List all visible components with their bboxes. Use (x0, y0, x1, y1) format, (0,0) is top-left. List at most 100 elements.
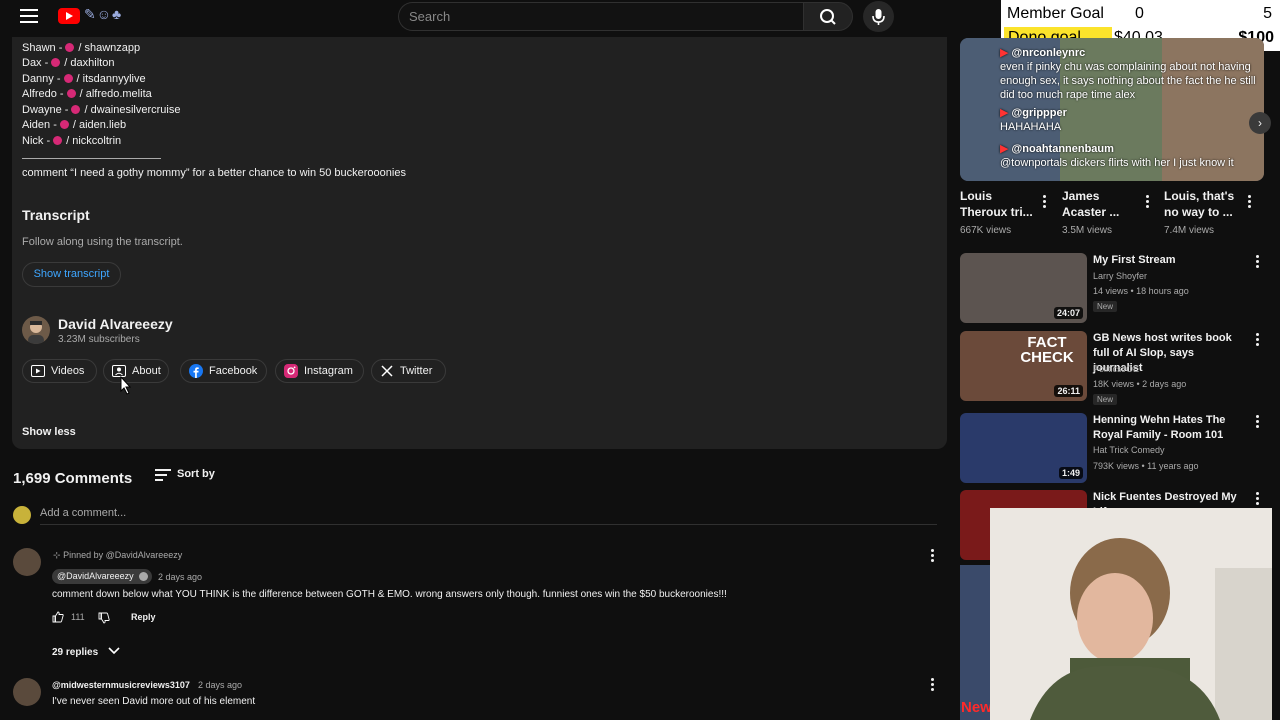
video-title[interactable]: Henning Wehn Hates The Royal Family - Ro… (1093, 413, 1243, 443)
sort-icon[interactable] (155, 469, 171, 481)
divider (40, 524, 937, 525)
short-views: 667K views (960, 225, 1012, 236)
short-title[interactable]: Louis Theroux tri... (960, 188, 1038, 220)
short-menu-icon[interactable] (1248, 195, 1252, 209)
replies-count: 29 replies (52, 647, 99, 658)
promo-text: comment “I need a gothy mommy” for a bet… (22, 167, 406, 179)
facebook-button[interactable]: Facebook (180, 359, 267, 383)
chat-user: @noahtannenbaum (1011, 143, 1114, 155)
video-channel[interactable]: Hat Trick Comedy (1093, 445, 1165, 455)
social-handle-link[interactable]: / shawnzapp (78, 42, 140, 54)
instagram-icon (71, 105, 81, 114)
member-goal-current: 0 (1135, 5, 1144, 22)
youtube-icon: ▶ (1000, 107, 1009, 119)
channel-subscribers: 3.23M subscribers (58, 334, 140, 345)
video-title[interactable]: My First Stream (1093, 253, 1243, 268)
chevron-down-icon (108, 647, 120, 655)
short-title[interactable]: James Acaster ... (1062, 188, 1140, 220)
short-title[interactable]: Louis, that's no way to ... (1164, 188, 1239, 220)
video-menu-icon[interactable] (1256, 492, 1260, 506)
dislike-icon[interactable] (98, 612, 110, 624)
video-menu-icon[interactable] (1256, 333, 1260, 347)
social-name: Alfredo (22, 88, 57, 100)
instagram-icon (53, 136, 63, 145)
search-button[interactable] (803, 2, 853, 31)
social-line: Dax - / daxhilton (22, 57, 115, 69)
search-input[interactable] (409, 3, 789, 30)
show-less-button[interactable]: Show less (22, 426, 76, 438)
social-handle-link[interactable]: / nickcoltrin (66, 135, 121, 147)
shorts-thumbnail-strip[interactable]: ▶ @nrconleynrc even if pinky chu was com… (960, 38, 1264, 181)
search-box[interactable] (398, 2, 803, 31)
video-icon (31, 365, 45, 377)
reply-button[interactable]: Reply (131, 612, 156, 622)
view-replies-button[interactable]: 29 replies (52, 646, 121, 658)
social-line: Dwayne - / dwainesilvercruise (22, 104, 181, 116)
comment-time[interactable]: 2 days ago (198, 680, 242, 690)
add-comment-input[interactable]: Add a comment... (40, 507, 126, 519)
video-duration: 26:11 (1054, 385, 1083, 397)
social-handle-link[interactable]: / aiden.lieb (73, 119, 126, 131)
video-thumbnail[interactable]: 24:07 (960, 253, 1087, 323)
social-handle-link[interactable]: / alfredo.melita (80, 88, 152, 100)
video-meta: 18K views • 2 days ago (1093, 379, 1187, 389)
microphone-icon (872, 9, 885, 25)
video-meta: 14 views • 18 hours ago (1093, 286, 1189, 296)
video-thumbnail[interactable]: FACT CHECK 26:11 (960, 331, 1087, 401)
social-handle-link[interactable]: / daxhilton (64, 57, 114, 69)
channel-avatar[interactable] (22, 316, 50, 344)
comment-avatar[interactable] (13, 678, 41, 706)
twitter-label: Twitter (400, 365, 433, 377)
search-icon (820, 9, 836, 25)
video-thumbnail[interactable]: 1:49 (960, 413, 1087, 483)
divider (22, 158, 161, 159)
pinned-label: ⊹ Pinned by @DavidAlvareeezy (53, 550, 182, 561)
user-avatar (13, 506, 31, 524)
menu-icon[interactable] (20, 9, 38, 23)
chat-user: @nrconleynrc (1011, 47, 1086, 59)
twitter-button[interactable]: Twitter (371, 359, 446, 383)
video-channel[interactable]: Larry Shoyfer (1093, 271, 1147, 281)
instagram-icon (59, 120, 69, 129)
show-transcript-button[interactable]: Show transcript (22, 262, 121, 287)
chat-user: @grippper (1011, 107, 1067, 119)
social-line: Danny - / itsdannyylive (22, 73, 146, 85)
like-count: 111 (71, 612, 85, 622)
doodle-icon[interactable]: ✎☺♣ (84, 6, 122, 23)
comment-author[interactable]: @midwesternmusicreviews3107 (52, 680, 190, 690)
social-handle-link[interactable]: / dwainesilvercruise (84, 104, 180, 116)
social-name: Dwayne (22, 104, 62, 116)
social-line: Nick - / nickcoltrin (22, 135, 122, 147)
comment-menu-icon[interactable] (931, 549, 935, 563)
short-menu-icon[interactable] (1043, 195, 1047, 209)
instagram-label: Instagram (304, 365, 353, 377)
voice-search-button[interactable] (863, 1, 894, 32)
comment-avatar[interactable] (13, 548, 41, 576)
instagram-button[interactable]: Instagram (275, 359, 364, 383)
about-button[interactable]: About (103, 359, 169, 383)
social-handle-link[interactable]: / itsdannyylive (77, 73, 146, 85)
webcam-feed (990, 508, 1272, 720)
streamer-webcam-icon (990, 508, 1272, 720)
comment-author-chip[interactable]: @DavidAlvareeezy (52, 569, 152, 584)
video-menu-icon[interactable] (1256, 255, 1260, 269)
comment-time[interactable]: 2 days ago (158, 572, 202, 582)
description-panel[interactable]: Shawn - / shawnzapp Dax - / daxhilton Dann… (12, 37, 947, 449)
sort-by-button[interactable]: Sort by (177, 468, 215, 480)
videos-button[interactable]: Videos (22, 359, 97, 383)
transcript-heading: Transcript (22, 207, 90, 223)
chat-message: even if pinky chu was complaining about … (1000, 61, 1256, 101)
video-thumbnail-stack[interactable]: New (960, 565, 990, 720)
short-views: 7.4M views (1164, 225, 1215, 236)
like-icon[interactable] (52, 611, 64, 623)
video-channel[interactable]: PoliticsJOE (1093, 364, 1139, 374)
comment-menu-icon[interactable] (931, 678, 935, 692)
short-menu-icon[interactable] (1146, 195, 1150, 209)
thumbnail-text: New (961, 699, 990, 716)
about-label: About (132, 365, 161, 377)
video-duration: 24:07 (1053, 307, 1083, 319)
video-menu-icon[interactable] (1256, 415, 1260, 429)
channel-name[interactable]: David Alvareeezy (58, 316, 173, 332)
chevron-right-icon[interactable]: › (1249, 112, 1271, 134)
youtube-logo-icon[interactable] (58, 8, 80, 24)
